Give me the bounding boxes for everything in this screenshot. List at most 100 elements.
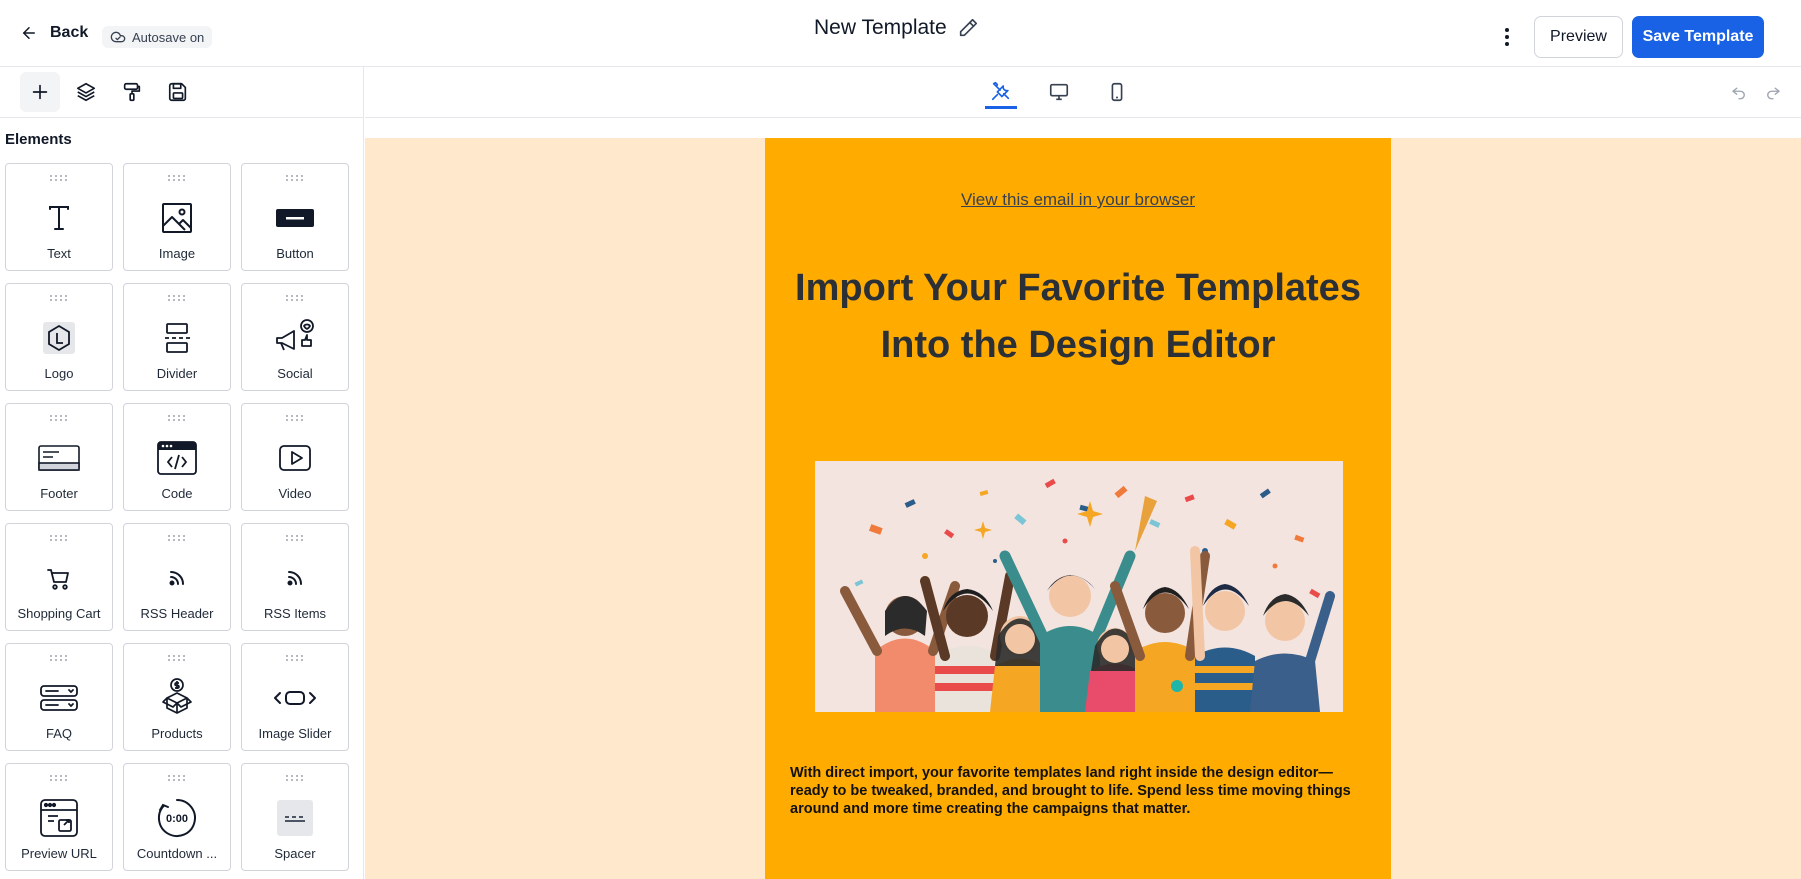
email-body-text[interactable]: With direct import, your favorite templa… xyxy=(790,764,1370,818)
element-code[interactable]: Code xyxy=(123,403,231,511)
element-countdown[interactable]: 0:00 Countdown ... xyxy=(123,763,231,871)
element-rss-items[interactable]: RSS Items xyxy=(241,523,349,631)
element-label: Countdown ... xyxy=(136,846,218,861)
save-icon xyxy=(168,82,187,102)
element-label: Social xyxy=(277,366,313,381)
save-template-button[interactable]: Save Template xyxy=(1632,16,1764,58)
drag-grip-icon xyxy=(50,775,67,781)
element-label: Logo xyxy=(44,366,74,381)
element-image[interactable]: Image xyxy=(123,163,231,271)
back-label: Back xyxy=(50,24,89,41)
social-icon xyxy=(276,319,314,351)
button-icon xyxy=(276,209,314,227)
element-faq[interactable]: FAQ xyxy=(5,643,113,751)
element-label: Footer xyxy=(40,486,78,501)
element-rss-header[interactable]: RSS Header xyxy=(123,523,231,631)
drag-grip-icon xyxy=(50,415,67,421)
element-label: Divider xyxy=(156,366,198,381)
layers-tab[interactable] xyxy=(66,72,106,112)
view-in-browser-link[interactable]: View this email in your browser xyxy=(765,190,1391,210)
tab-editor[interactable] xyxy=(985,75,1017,109)
code-icon xyxy=(157,441,197,475)
more-options-button[interactable] xyxy=(1496,26,1518,48)
top-bar: Back Autosave on New Template Preview Sa… xyxy=(0,0,1801,67)
elements-panel: Elements Text Image Button Logo Divider … xyxy=(0,67,364,879)
element-label: Button xyxy=(276,246,314,261)
logo-icon xyxy=(43,322,75,354)
element-label: Text xyxy=(47,246,71,261)
element-spacer[interactable]: Spacer xyxy=(241,763,349,871)
canvas-toolbar xyxy=(365,67,1801,118)
back-button[interactable]: Back xyxy=(20,24,88,42)
element-image-slider[interactable]: Image Slider xyxy=(241,643,349,751)
drag-grip-icon xyxy=(168,295,185,301)
saved-blocks-tab[interactable] xyxy=(158,72,198,112)
shopping-cart-icon xyxy=(47,569,69,590)
spacer-icon xyxy=(277,800,313,836)
drag-grip-icon xyxy=(50,655,67,661)
drag-grip-icon xyxy=(50,295,67,301)
panel-toolbar xyxy=(0,67,364,118)
image-slider-icon xyxy=(274,691,316,705)
element-label: Spacer xyxy=(274,846,316,861)
tools-icon xyxy=(991,81,1010,100)
template-title: New Template xyxy=(814,16,979,40)
elements-heading: Elements xyxy=(5,131,72,148)
email-heading[interactable]: Import Your Favorite Templates Into the … xyxy=(785,260,1371,374)
autosave-status: Autosave on xyxy=(102,26,213,48)
drag-grip-icon xyxy=(286,775,303,781)
kebab-icon xyxy=(1505,28,1509,46)
element-label: Image xyxy=(158,246,196,261)
rss-icon xyxy=(169,571,184,586)
footer-icon xyxy=(38,445,80,471)
image-icon xyxy=(162,203,192,233)
faq-icon xyxy=(40,685,78,711)
drag-grip-icon xyxy=(286,655,303,661)
element-text[interactable]: Text xyxy=(5,163,113,271)
tab-mobile-preview[interactable] xyxy=(1101,75,1133,109)
svg-text:0:00: 0:00 xyxy=(166,813,188,825)
styles-tab[interactable] xyxy=(112,72,152,112)
element-divider[interactable]: Divider xyxy=(123,283,231,391)
drag-grip-icon xyxy=(168,415,185,421)
autosave-label: Autosave on xyxy=(132,29,205,45)
element-label: RSS Items xyxy=(263,606,327,621)
celebration-illustration xyxy=(815,461,1343,712)
element-button[interactable]: Button xyxy=(241,163,349,271)
paint-roller-icon xyxy=(123,82,141,102)
undo-icon xyxy=(1732,87,1745,100)
redo-button[interactable] xyxy=(1762,81,1784,103)
element-shopping-cart[interactable]: Shopping Cart xyxy=(5,523,113,631)
element-label: Video xyxy=(278,486,312,501)
element-label: Preview URL xyxy=(21,846,97,861)
drag-grip-icon xyxy=(168,655,185,661)
preview-url-icon xyxy=(40,799,78,837)
video-icon xyxy=(279,445,311,471)
email-content-block[interactable]: View this email in your browser Import Y… xyxy=(765,138,1391,879)
template-title-text: New Template xyxy=(814,16,947,39)
products-icon xyxy=(162,678,192,714)
redo-icon xyxy=(1767,87,1780,100)
element-video[interactable]: Video xyxy=(241,403,349,511)
drag-grip-icon xyxy=(168,775,185,781)
element-social[interactable]: Social xyxy=(241,283,349,391)
drag-grip-icon xyxy=(286,535,303,541)
preview-button[interactable]: Preview xyxy=(1534,16,1623,58)
element-products[interactable]: Products xyxy=(123,643,231,751)
undo-button[interactable] xyxy=(1728,81,1750,103)
email-hero-image[interactable] xyxy=(815,461,1343,712)
drag-grip-icon xyxy=(168,175,185,181)
tab-desktop-preview[interactable] xyxy=(1043,75,1075,109)
element-preview-url[interactable]: Preview URL xyxy=(5,763,113,871)
pencil-icon[interactable] xyxy=(957,17,979,39)
rss-icon xyxy=(287,571,302,586)
drag-grip-icon xyxy=(286,415,303,421)
desktop-icon xyxy=(1049,83,1069,101)
element-label: Products xyxy=(151,726,203,741)
element-logo[interactable]: Logo xyxy=(5,283,113,391)
element-footer[interactable]: Footer xyxy=(5,403,113,511)
add-elements-tab[interactable] xyxy=(20,72,60,112)
element-label: Image Slider xyxy=(258,726,332,741)
plus-icon xyxy=(32,84,48,100)
cloud-icon xyxy=(110,31,126,43)
